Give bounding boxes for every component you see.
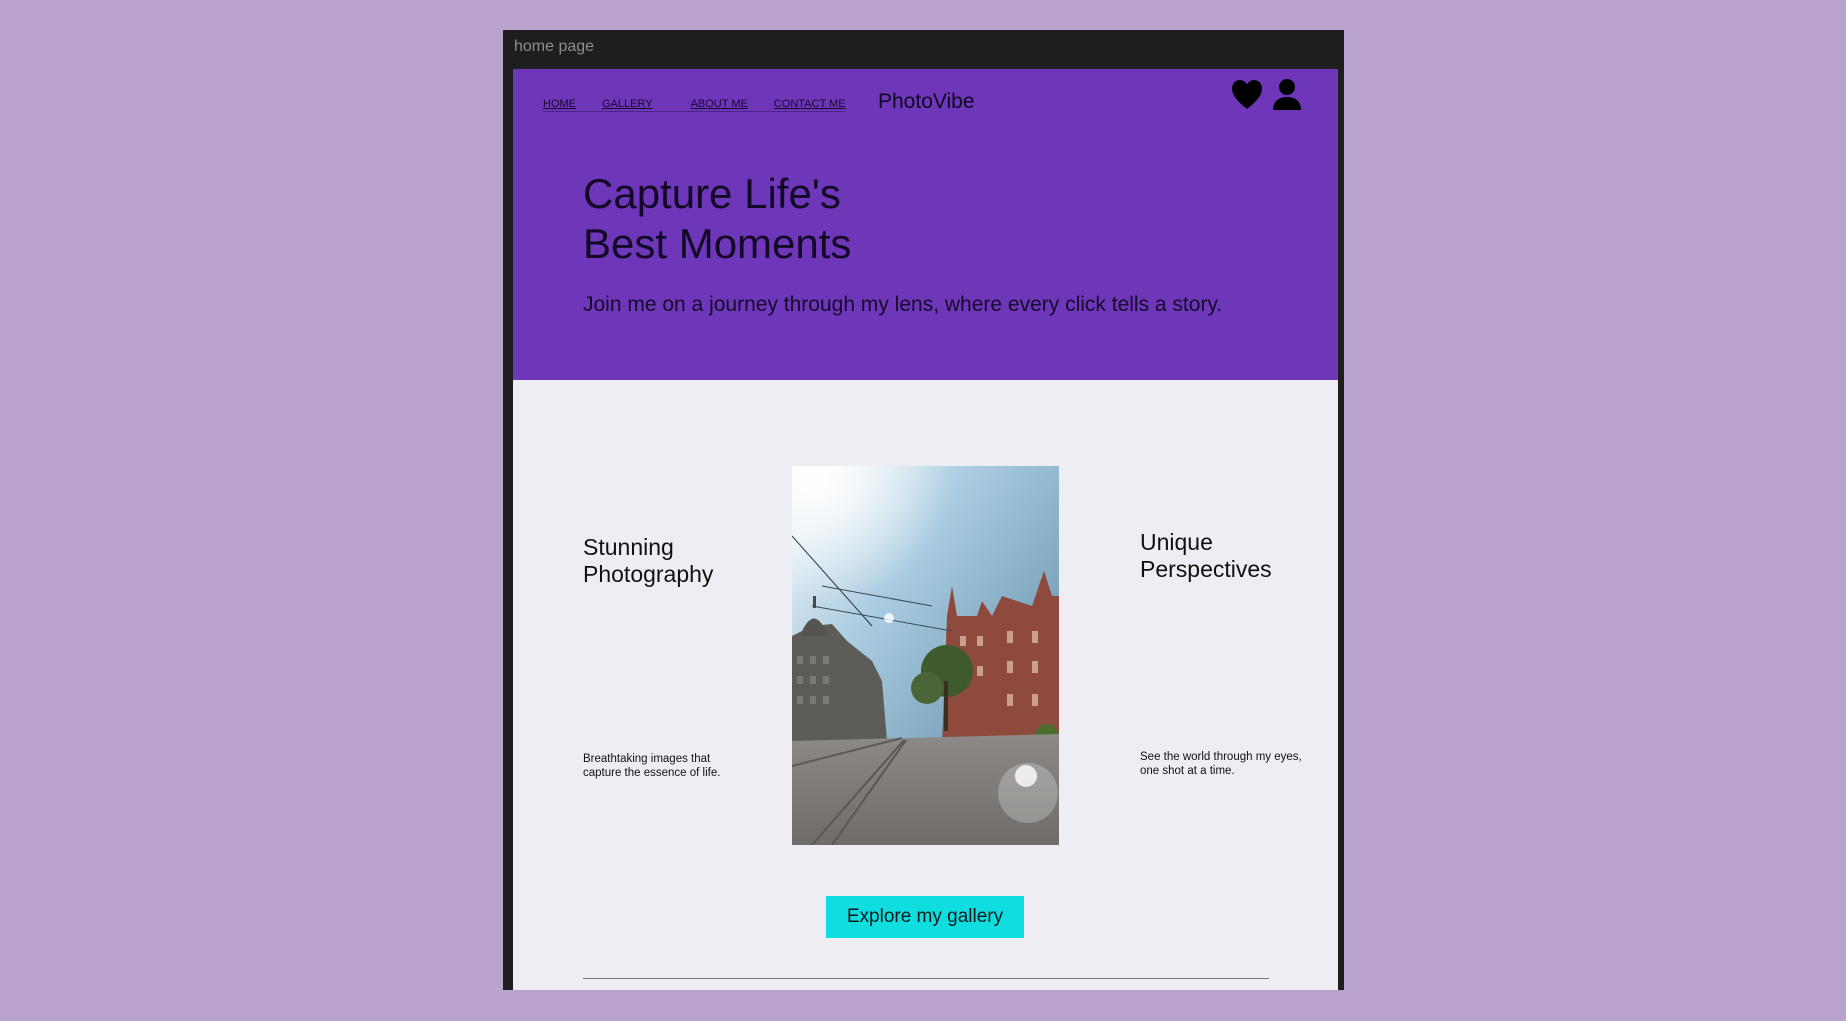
nav-contact-link[interactable]: CONTACT ME	[774, 98, 846, 110]
section-divider	[583, 978, 1269, 979]
user-icon[interactable]	[1271, 77, 1303, 113]
nav-about-link[interactable]: ABOUT ME	[691, 98, 748, 110]
feature-right-description: See the world through my eyes, one shot …	[1140, 751, 1302, 777]
header-icons	[1231, 77, 1303, 113]
nav-gallery-link[interactable]: GALLERY	[602, 98, 653, 110]
hero-title: Capture Life's Best Moments	[583, 170, 852, 267]
hero-subtitle: Join me on a journey through my lens, wh…	[583, 293, 1223, 316]
explore-gallery-button[interactable]: Explore my gallery	[826, 896, 1024, 938]
heart-icon[interactable]	[1231, 77, 1263, 113]
home-page: HOME GALLERY ABOUT ME CONTACT ME PhotoVi…	[513, 69, 1338, 990]
design-frame: home page HOME GALLERY ABOUT ME CONTACT …	[503, 30, 1344, 990]
nav-home-link[interactable]: HOME	[543, 98, 576, 110]
feature-left-description: Breathtaking images that capture the ess…	[583, 753, 721, 779]
brand-logo-text: PhotoVibe	[878, 90, 975, 113]
feature-left-title: Stunning Photography	[583, 534, 714, 587]
feature-right-title: Unique Perspectives	[1140, 529, 1272, 582]
featured-photo	[792, 466, 1059, 845]
frame-title: home page	[514, 38, 595, 55]
main-nav: HOME GALLERY ABOUT ME CONTACT ME	[543, 98, 846, 112]
hero-section: HOME GALLERY ABOUT ME CONTACT ME PhotoVi…	[513, 69, 1338, 380]
